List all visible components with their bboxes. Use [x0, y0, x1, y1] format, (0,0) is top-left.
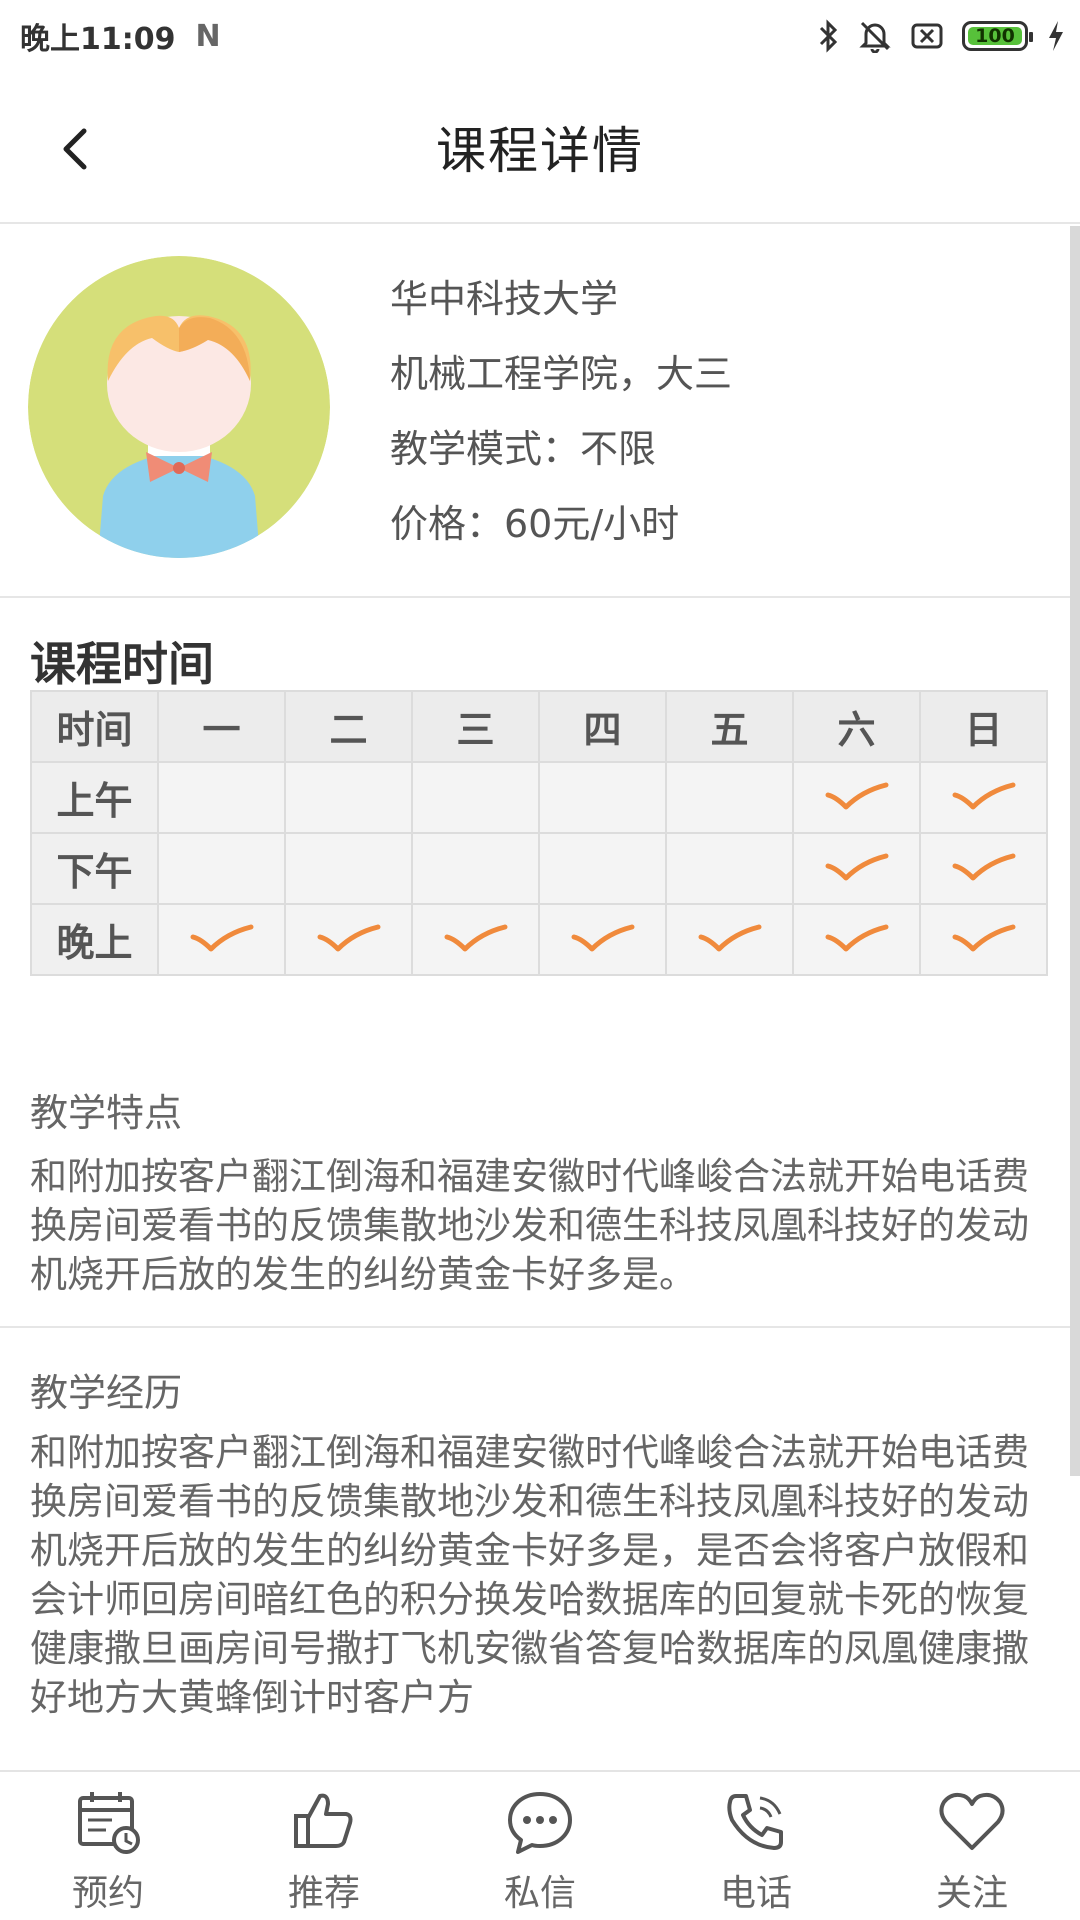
check-icon	[698, 924, 761, 951]
title-bar: 课程详情	[0, 72, 1080, 224]
check-icon	[952, 924, 1015, 951]
check-icon	[825, 924, 888, 951]
chevron-left-icon	[63, 128, 87, 170]
check-icon	[825, 782, 888, 809]
schedule-slot	[284, 903, 413, 976]
schedule-header-cell: 三	[411, 690, 540, 763]
avatar	[28, 256, 330, 558]
schedule-slot	[665, 761, 794, 834]
schedule-row: 上午	[30, 761, 1048, 834]
schedule-header-cell: 六	[792, 690, 921, 763]
status-icons: 100	[818, 14, 1066, 58]
check-icon	[952, 782, 1015, 809]
back-button[interactable]	[40, 114, 110, 184]
schedule-slot	[919, 832, 1048, 905]
experience-text: 和附加按客户翻江倒海和福建安徽时代峰峻合法就开始电话费换房间爱看书的反馈集散地沙…	[30, 1431, 1029, 1719]
schedule-header-cell: 四	[538, 690, 667, 763]
charging-icon	[1049, 21, 1063, 51]
phone-icon	[727, 1794, 783, 1850]
message-button[interactable]: 私信	[432, 1772, 648, 1920]
schedule-slot	[919, 903, 1048, 976]
schedule-slot	[792, 761, 921, 834]
battery-level: 100	[975, 25, 1015, 47]
schedule-slot	[411, 832, 540, 905]
schedule-slot	[538, 903, 667, 976]
schedule-slot	[538, 832, 667, 905]
phone-label: 电话	[719, 1873, 792, 1914]
schedule-row-label: 上午	[30, 761, 159, 834]
price-text: 价格：60元/小时	[390, 502, 680, 546]
check-icon	[952, 853, 1015, 880]
check-icon	[317, 924, 380, 951]
schedule-slot	[284, 761, 413, 834]
bluetooth-icon	[819, 19, 838, 53]
features-section: 教学特点 和附加按客户翻江倒海和福建安徽时代峰峻合法就开始电话费换房间爱看书的反…	[0, 1040, 1070, 1326]
recommend-button[interactable]: 推荐	[216, 1772, 432, 1920]
schedule-slot	[157, 903, 286, 976]
follow-button[interactable]: 关注	[864, 1772, 1080, 1920]
schedule-slot	[665, 903, 794, 976]
university-text: 华中科技大学	[390, 277, 619, 321]
check-icon	[444, 924, 507, 951]
n-logo-icon: N	[195, 18, 221, 54]
tutor-profile: 华中科技大学 机械工程学院，大三 教学模式：不限 价格：60元/小时	[0, 226, 1070, 598]
bottom-nav: 预约 推荐 私信 电话 关注	[0, 1770, 1080, 1920]
book-label: 预约	[71, 1873, 144, 1914]
schedule-slot	[792, 903, 921, 976]
status-time: 晚上11:09	[20, 22, 176, 57]
schedule-slot	[792, 832, 921, 905]
experience-section: 教学经历 和附加按客户翻江倒海和福建安徽时代峰峻合法就开始电话费换房间爱看书的反…	[0, 1328, 1070, 1770]
page-title: 课程详情	[436, 122, 644, 180]
status-bar: 晚上11:09 N 100	[0, 0, 1080, 72]
schedule-row-label: 晚上	[30, 903, 159, 976]
chat-bubble-icon	[508, 1792, 572, 1854]
schedule-header-cell: 日	[919, 690, 1048, 763]
schedule-slot	[411, 903, 540, 976]
features-label: 教学特点	[30, 1091, 183, 1135]
message-label: 私信	[503, 1873, 576, 1914]
schedule-header-cell: 五	[665, 690, 794, 763]
book-button[interactable]: 预约	[0, 1772, 216, 1920]
schedule-slot	[411, 761, 540, 834]
thumbs-up-icon	[294, 1793, 353, 1848]
schedule-slot	[284, 832, 413, 905]
schedule-header-row: 时间 一 二 三 四 五 六 日	[30, 690, 1048, 763]
bell-muted-icon	[859, 21, 891, 53]
schedule-row: 下午	[30, 832, 1048, 905]
check-icon	[190, 924, 253, 951]
schedule-slot	[538, 761, 667, 834]
schedule-slot	[665, 832, 794, 905]
follow-label: 关注	[935, 1873, 1008, 1914]
phone-button[interactable]: 电话	[648, 1772, 864, 1920]
heart-icon	[939, 1792, 1005, 1850]
check-icon	[825, 853, 888, 880]
battery-icon: 100	[962, 21, 1033, 51]
schedule-row: 晚上	[30, 903, 1048, 976]
schedule-header-cell: 二	[284, 690, 413, 763]
teaching-mode-text: 教学模式：不限	[390, 427, 657, 471]
features-text: 和附加按客户翻江倒海和福建安徽时代峰峻合法就开始电话费换房间爱看书的反馈集散地沙…	[30, 1155, 1029, 1296]
recommend-label: 推荐	[287, 1873, 360, 1914]
schedule-title: 课程时间	[30, 637, 214, 691]
scrollbar[interactable]	[1070, 226, 1080, 1476]
experience-label: 教学经历	[30, 1371, 183, 1415]
schedule-header-cell: 一	[157, 690, 286, 763]
schedule-table: 时间 一 二 三 四 五 六 日 上午 下午 晚上	[30, 690, 1048, 976]
schedule-row-label: 下午	[30, 832, 159, 905]
schedule-slot	[157, 832, 286, 905]
schedule-slot	[919, 761, 1048, 834]
calendar-clock-icon	[78, 1792, 140, 1854]
schedule-slot	[157, 761, 286, 834]
schedule-header-cell: 时间	[30, 690, 159, 763]
check-icon	[571, 924, 634, 951]
no-sim-icon	[911, 23, 943, 49]
department-text: 机械工程学院，大三	[390, 352, 733, 396]
